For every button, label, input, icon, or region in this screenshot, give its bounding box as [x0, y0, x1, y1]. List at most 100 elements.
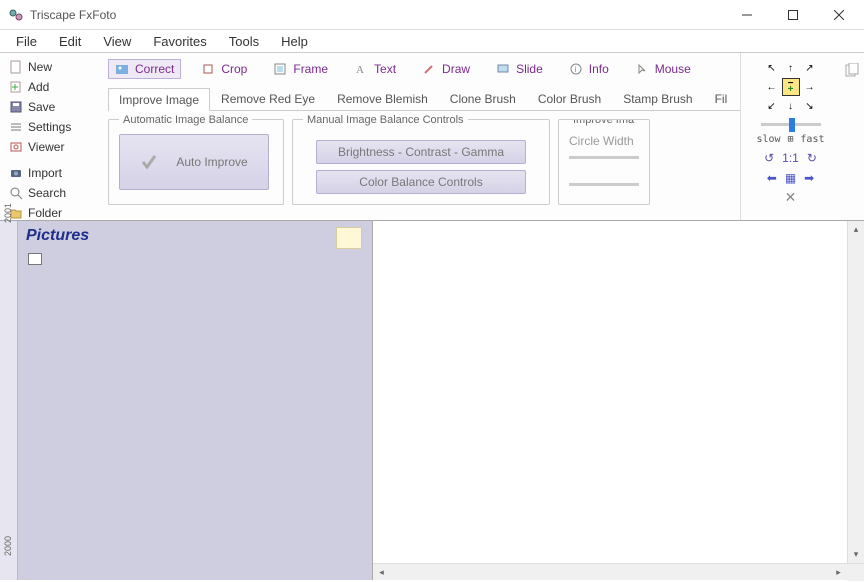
draw-icon	[422, 62, 436, 76]
nav-e[interactable]: →	[801, 78, 819, 96]
nav-ne[interactable]: ↗	[801, 59, 819, 77]
color-balance-controls-button[interactable]: Color Balance Controls	[316, 170, 526, 194]
check-icon	[140, 153, 158, 171]
maximize-button[interactable]	[770, 0, 816, 30]
label: Folder	[28, 206, 62, 220]
fast-label: fast	[800, 134, 824, 145]
tool-mouse[interactable]: Mouse	[629, 60, 697, 78]
sidebar-item-save[interactable]: Save	[2, 97, 98, 117]
brightness-contrast-gamma-button[interactable]: Brightness - Contrast - Gamma	[316, 140, 526, 164]
sidebar-item-settings[interactable]: Settings	[2, 117, 98, 137]
tool-text[interactable]: AText	[348, 60, 402, 78]
nav-nw[interactable]: ↖	[763, 59, 781, 77]
label: Add	[28, 80, 49, 94]
menu-tools[interactable]: Tools	[219, 32, 269, 51]
label: Search	[28, 186, 66, 200]
ratio-label[interactable]: 1:1	[782, 151, 799, 165]
close-panel-icon[interactable]: ✕	[785, 189, 797, 206]
grid-toggle-icon[interactable]: ⊞	[787, 134, 793, 145]
scroll-left-icon[interactable]: ◂	[373, 564, 390, 581]
menu-view[interactable]: View	[93, 32, 141, 51]
rotate-cw-icon[interactable]: ↻	[807, 151, 817, 165]
year-bottom: 2000	[3, 536, 13, 556]
tool-slide[interactable]: Slide	[490, 60, 549, 78]
tool-info[interactable]: iInfo	[563, 60, 615, 78]
new-icon	[8, 59, 24, 75]
zoom-slider[interactable]	[761, 123, 821, 126]
toolbar: Correct Crop Frame AText Draw Slide iInf…	[108, 57, 740, 81]
sticky-note[interactable]	[336, 227, 362, 249]
year-top: 2001	[3, 203, 13, 223]
tab-remove-red-eye[interactable]: Remove Red Eye	[210, 87, 326, 110]
scroll-down-icon[interactable]: ▾	[848, 546, 864, 563]
right-panel: ▴ ▾ ◂ ▸	[373, 221, 864, 580]
nav-se[interactable]: ↘	[801, 97, 819, 115]
tool-crop[interactable]: Crop	[195, 60, 253, 78]
group-title: Automatic Image Balance	[119, 114, 252, 126]
tool-frame[interactable]: Frame	[267, 60, 334, 78]
copy-icon[interactable]	[840, 53, 864, 220]
auto-improve-button[interactable]: Auto Improve	[119, 134, 269, 190]
nav-s[interactable]: ↓	[782, 97, 800, 115]
sidebar-item-search[interactable]: Search	[2, 183, 98, 203]
search-icon	[8, 185, 24, 201]
prev-icon[interactable]: ⬅	[767, 171, 777, 185]
tab-remove-blemish[interactable]: Remove Blemish	[326, 87, 439, 110]
canvas-area[interactable]	[373, 221, 864, 563]
tab-improve-image[interactable]: Improve Image	[108, 88, 210, 111]
group-title: Improve Ima	[569, 119, 638, 126]
viewer-icon	[8, 139, 24, 155]
grid-view-icon[interactable]: ▦	[785, 171, 796, 185]
title-bar: Triscape FxFoto	[0, 0, 864, 30]
minimize-button[interactable]	[724, 0, 770, 30]
label: Settings	[28, 120, 71, 134]
tab-color-brush[interactable]: Color Brush	[527, 87, 612, 110]
save-icon	[8, 99, 24, 115]
menu-file[interactable]: File	[6, 32, 47, 51]
navigation-pad: ↖ ↑ ↗ ← −+ → ↙ ↓ ↘ slow⊞fast ↺ 1:1 ↻ ⬅ ▦…	[740, 53, 840, 220]
slider-2[interactable]	[569, 183, 639, 186]
slide-icon	[496, 62, 510, 76]
tab-fill[interactable]: Fil	[704, 87, 739, 110]
thumbnail-placeholder[interactable]	[28, 253, 42, 265]
sidebar-item-add[interactable]: Add	[2, 77, 98, 97]
tab-strip: Improve Image Remove Red Eye Remove Blem…	[108, 87, 740, 111]
scroll-right-icon[interactable]: ▸	[830, 564, 847, 581]
tab-clone-brush[interactable]: Clone Brush	[439, 87, 527, 110]
circle-width-slider[interactable]	[569, 156, 639, 159]
menu-help[interactable]: Help	[271, 32, 318, 51]
vertical-scrollbar[interactable]: ▴ ▾	[847, 221, 864, 563]
info-icon: i	[569, 62, 583, 76]
window-title: Triscape FxFoto	[30, 8, 724, 22]
rotate-ccw-icon[interactable]: ↺	[764, 151, 774, 165]
nav-center[interactable]: −+	[782, 78, 800, 96]
next-icon[interactable]: ➡	[804, 171, 814, 185]
tool-correct[interactable]: Correct	[108, 59, 181, 79]
circle-width-label: Circle Width	[569, 134, 639, 148]
nav-n[interactable]: ↑	[782, 59, 800, 77]
tab-stamp-brush[interactable]: Stamp Brush	[612, 87, 703, 110]
sidebar-item-import[interactable]: Import	[2, 163, 98, 183]
group-title: Manual Image Balance Controls	[303, 114, 468, 126]
svg-text:i: i	[574, 65, 576, 74]
horizontal-scrollbar[interactable]: ◂ ▸	[373, 563, 864, 580]
sidebar-item-folder[interactable]: Folder	[2, 203, 98, 223]
app-icon	[8, 7, 24, 23]
correct-icon	[115, 62, 129, 76]
crop-icon	[201, 62, 215, 76]
tool-draw[interactable]: Draw	[416, 60, 476, 78]
sidebar-item-viewer[interactable]: Viewer	[2, 137, 98, 157]
menu-edit[interactable]: Edit	[49, 32, 91, 51]
pictures-heading: Pictures	[18, 221, 372, 251]
scroll-up-icon[interactable]: ▴	[848, 221, 864, 238]
timeline-strip[interactable]: 2001 2000	[0, 221, 18, 580]
close-button[interactable]	[816, 0, 862, 30]
sidebar-item-new[interactable]: New	[2, 57, 98, 77]
menu-bar: File Edit View Favorites Tools Help	[0, 30, 864, 52]
label: Import	[28, 166, 62, 180]
menu-favorites[interactable]: Favorites	[143, 32, 216, 51]
frame-icon	[273, 62, 287, 76]
nav-sw[interactable]: ↙	[763, 97, 781, 115]
nav-w[interactable]: ←	[763, 78, 781, 96]
import-icon	[8, 165, 24, 181]
